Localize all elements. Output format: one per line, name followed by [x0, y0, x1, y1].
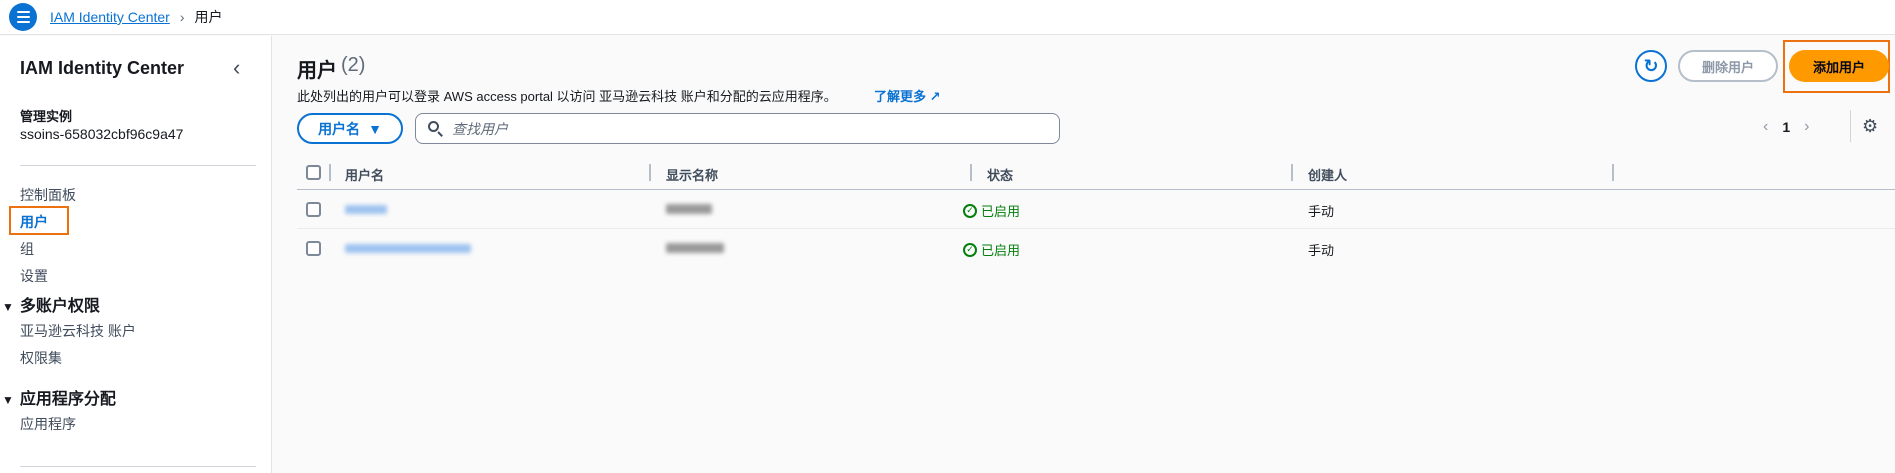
user-count: (2): [341, 54, 366, 76]
pagination: ‹ 1 ›: [1763, 118, 1809, 136]
divider: [1850, 110, 1851, 142]
sidebar-section-label: 多账户权限: [19, 298, 100, 315]
chevron-right-icon: ›: [179, 9, 185, 25]
table-row: ✓ 已启用 手动: [297, 229, 1895, 268]
column-divider: [1291, 164, 1293, 181]
chevron-left-icon[interactable]: ‹: [1763, 118, 1768, 136]
search-icon: [428, 120, 444, 137]
sidebar-item-dashboard[interactable]: 控制面板: [20, 185, 76, 205]
redacted-display-name: [666, 204, 712, 214]
redacted-username-link[interactable]: [345, 244, 471, 253]
menu-icon[interactable]: [9, 3, 37, 31]
chevron-right-icon[interactable]: ›: [1804, 118, 1809, 136]
column-header-status[interactable]: 状态: [987, 165, 1013, 184]
delete-user-button[interactable]: 删除用户: [1678, 50, 1778, 82]
instance-label: 管理实例: [20, 109, 73, 124]
sidebar-section-app-assignments[interactable]: ▼ 应用程序分配: [2, 385, 116, 409]
sidebar-section-label: 应用程序分配: [19, 391, 116, 408]
status-badge: ✓ 已启用: [963, 201, 1020, 220]
select-all-checkbox[interactable]: [306, 165, 321, 180]
redacted-display-name: [666, 243, 724, 253]
caret-down-icon: ▼: [368, 120, 382, 137]
column-divider: [970, 164, 972, 181]
main-content: 用户 (2) 此处列出的用户可以登录 AWS access portal 以访问…: [273, 36, 1895, 473]
sidebar: IAM Identity Center ‹ 管理实例 ssoins-658032…: [0, 36, 272, 473]
filter-label: 用户名: [318, 120, 361, 137]
check-circle-icon: ✓: [963, 242, 977, 257]
settings-icon[interactable]: ⚙: [1862, 116, 1878, 137]
created-by: 手动: [1308, 243, 1335, 258]
redacted-username-link[interactable]: [345, 205, 387, 214]
learn-more-link[interactable]: 了解更多 ↗: [874, 86, 941, 105]
status-label: 已启用: [981, 204, 1021, 219]
column-header-username[interactable]: 用户名: [345, 165, 384, 184]
external-link-icon: ↗: [929, 89, 941, 104]
search-box[interactable]: [415, 113, 1060, 144]
refresh-icon[interactable]: ↻: [1635, 50, 1667, 82]
page-number[interactable]: 1: [1782, 119, 1790, 135]
highlight-box: [9, 206, 69, 235]
column-divider: [649, 164, 651, 181]
row-checkbox[interactable]: [306, 202, 321, 217]
sidebar-item-settings[interactable]: 设置: [20, 266, 48, 286]
chevron-left-icon[interactable]: ‹: [233, 55, 240, 81]
row-checkbox[interactable]: [306, 241, 321, 256]
column-divider: [329, 164, 331, 181]
learn-more-label: 了解更多: [874, 89, 927, 104]
instance-value: ssoins-658032cbf96c9a47: [20, 126, 184, 142]
status-label: 已启用: [981, 243, 1021, 258]
sidebar-divider: [20, 165, 256, 166]
sidebar-item-groups[interactable]: 组: [20, 239, 34, 259]
check-circle-icon: ✓: [963, 203, 977, 218]
sidebar-item-accounts[interactable]: 亚马逊云科技 账户: [20, 321, 136, 341]
users-table: 用户名 显示名称 状态 创建人 ✓ 已启用 手动 ✓ 已启用 手动: [297, 156, 1895, 268]
filter-property-select[interactable]: 用户名 ▼: [297, 113, 403, 144]
add-user-button[interactable]: 添加用户: [1789, 50, 1889, 82]
created-by: 手动: [1308, 204, 1335, 219]
table-header: 用户名 显示名称 状态 创建人: [297, 156, 1895, 190]
status-badge: ✓ 已启用: [963, 240, 1020, 259]
page-title: 用户: [297, 60, 337, 82]
sidebar-section-multi-account[interactable]: ▼ 多账户权限: [2, 292, 100, 316]
sidebar-title: IAM Identity Center: [20, 58, 185, 78]
search-input[interactable]: [452, 120, 1032, 137]
column-divider: [1612, 164, 1614, 181]
page-description: 此处列出的用户可以登录 AWS access portal 以访问 亚马逊云科技…: [297, 89, 837, 104]
caret-down-icon: ▼: [2, 393, 14, 407]
sidebar-divider: [20, 466, 256, 467]
caret-down-icon: ▼: [2, 300, 14, 314]
sidebar-item-permission-sets[interactable]: 权限集: [20, 348, 62, 368]
column-header-created-by[interactable]: 创建人: [1308, 165, 1347, 184]
column-header-display-name[interactable]: 显示名称: [666, 165, 718, 184]
top-bar: IAM Identity Center › 用户: [0, 0, 1895, 35]
table-row: ✓ 已启用 手动: [297, 190, 1895, 229]
breadcrumb-current: 用户: [194, 9, 223, 25]
breadcrumb-parent-link[interactable]: IAM Identity Center: [50, 9, 170, 25]
sidebar-item-applications[interactable]: 应用程序: [20, 414, 76, 434]
